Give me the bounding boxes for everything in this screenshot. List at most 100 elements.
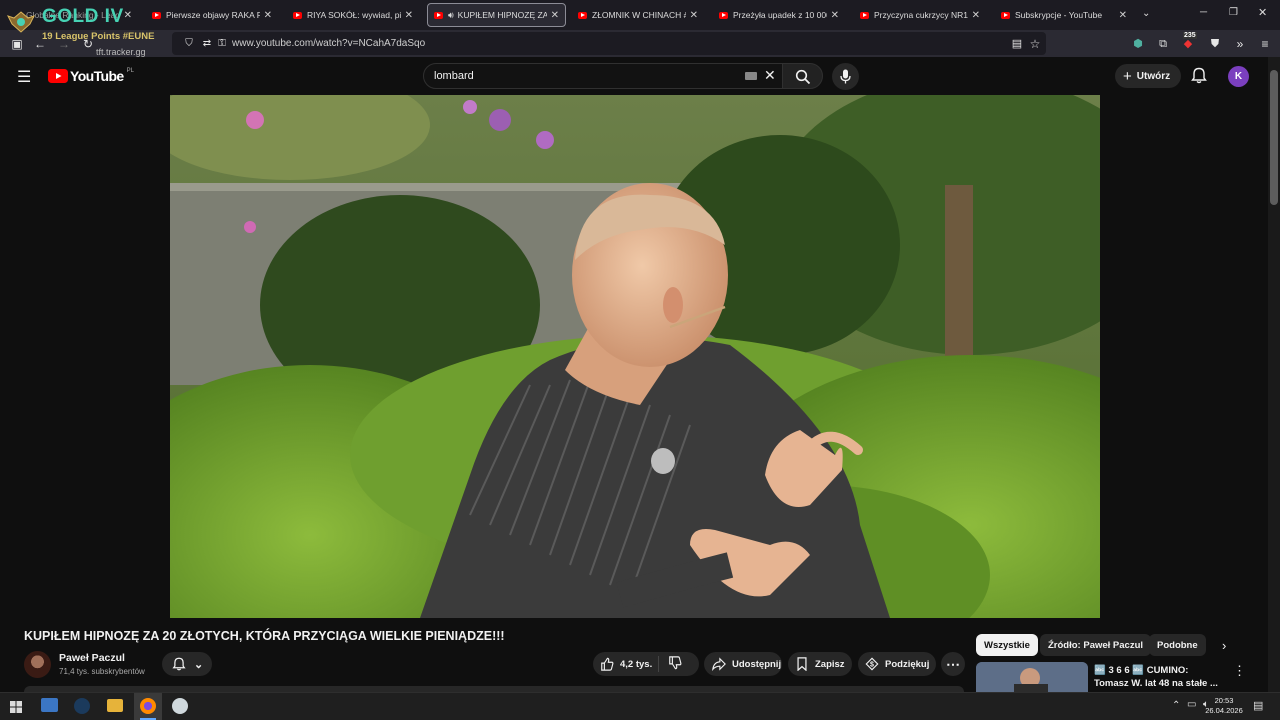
menu-icon[interactable]: ≡ xyxy=(1258,37,1272,51)
search-input[interactable]: lombard ✕ xyxy=(423,63,783,89)
browser-tab[interactable]: Przyczyna cukrzycy NR1. Nie ✕ xyxy=(854,3,986,27)
subscribed-notifications-button[interactable]: ⌄ xyxy=(162,652,212,676)
lock-icon[interactable]: ⚿ xyxy=(215,37,229,51)
keyboard-icon[interactable] xyxy=(745,72,757,80)
tab-title: KUPIŁEM HIPNOZĘ ZA 20 ZŁ xyxy=(457,10,547,20)
close-tab-icon[interactable]: ✕ xyxy=(831,10,839,21)
close-tab-icon[interactable]: ✕ xyxy=(551,10,559,21)
shield-icon[interactable]: ⛉ xyxy=(182,37,196,51)
youtube-favicon-icon xyxy=(1001,11,1010,19)
search-input-value[interactable]: lombard xyxy=(434,70,474,82)
firefox-icon xyxy=(140,698,156,714)
tray-chevron-icon[interactable]: ⌃ xyxy=(1172,700,1180,711)
notification-center-icon[interactable]: ▤ xyxy=(1253,699,1263,712)
tab-list-chevron-icon[interactable]: ⌄ xyxy=(1142,8,1150,19)
minimize-window-icon[interactable]: ─ xyxy=(1200,7,1207,18)
browser-tab[interactable]: Przeżyła upadek z 10 000 metrów ✕ xyxy=(713,3,845,27)
share-label: Udostępnij xyxy=(732,658,782,670)
permissions-icon[interactable]: ⇄ xyxy=(200,37,214,51)
plus-icon: + xyxy=(1123,67,1132,85)
video-frame[interactable] xyxy=(170,95,1100,618)
league-points-label: 19 League Points #EUNE xyxy=(42,31,155,42)
youtube-favicon-icon xyxy=(578,11,587,19)
network-icon[interactable]: ▭ xyxy=(1187,699,1196,710)
subscriber-count: 71,4 tys. subskrybentów xyxy=(59,667,145,676)
channel-name[interactable]: Paweł Paczul xyxy=(59,652,125,664)
recommended-thumbnail[interactable] xyxy=(976,662,1088,692)
bookmark-star-icon[interactable]: ☆ xyxy=(1028,37,1042,51)
youtube-favicon-icon xyxy=(860,11,869,19)
browser-tab[interactable]: RIYA SOKÓŁ: wywiad, pieniądze ✕ xyxy=(287,3,419,27)
rank-overlay: GOLD IV 19 League Points #EUNE tft.track… xyxy=(6,4,156,58)
create-label: Utwórz xyxy=(1136,70,1171,82)
rank-label: GOLD IV xyxy=(42,6,124,27)
chips-next-icon[interactable]: › xyxy=(1222,638,1226,653)
chip-all[interactable]: Wszystkie xyxy=(976,634,1038,656)
more-actions-button[interactable]: ⋯ xyxy=(941,652,965,676)
tab-title: ZŁOMNIK W CHINACH #2. LU xyxy=(592,10,686,20)
dislike-button[interactable] xyxy=(659,655,682,673)
youtube-logo[interactable]: YouTube PL xyxy=(48,68,134,84)
chip-from-channel[interactable]: Źródło: Paweł Paczul xyxy=(1040,634,1152,656)
close-tab-icon[interactable]: ✕ xyxy=(972,10,980,21)
close-tab-icon[interactable]: ✕ xyxy=(1119,10,1127,21)
browser-tab[interactable]: Pierwsze objawy RAKA PROSTATY ✕ xyxy=(146,3,278,27)
youtube-favicon-icon xyxy=(293,11,302,19)
share-button[interactable]: Udostępnij xyxy=(704,652,782,676)
more-tools-icon[interactable]: » xyxy=(1233,37,1247,51)
recommended-title-line1: 🔤 3 6 6 🔤 CUMINO: xyxy=(1094,665,1189,676)
close-window-icon[interactable]: ✕ xyxy=(1258,6,1267,19)
save-label: Zapisz xyxy=(815,658,845,670)
save-button[interactable]: Zapisz xyxy=(788,652,852,676)
channel-avatar[interactable] xyxy=(24,651,51,678)
extension-shield-icon[interactable]: ⬢ xyxy=(1131,37,1145,51)
tab-title: Przeżyła upadek z 10 000 metrów xyxy=(733,10,827,20)
file-explorer-icon[interactable] xyxy=(107,699,123,712)
video-player[interactable] xyxy=(170,95,1100,618)
more-horizontal-icon: ⋯ xyxy=(946,655,960,672)
chevron-down-icon: ⌄ xyxy=(194,658,204,671)
close-tab-icon[interactable]: ✕ xyxy=(405,10,413,21)
restore-window-icon[interactable]: ❐ xyxy=(1229,7,1238,18)
clock[interactable]: 20:53 26.04.2026 xyxy=(1204,696,1244,716)
browser-tab-strip: Globalne Ranking - League ✕ Pierwsze obj… xyxy=(0,0,1280,30)
browser-tab[interactable]: Subskrypcje - YouTube ✕ xyxy=(995,3,1133,27)
avatar[interactable]: K xyxy=(1228,66,1249,87)
url-text[interactable]: www.youtube.com/watch?v=NCahA7daSqo xyxy=(232,38,425,49)
svg-text:$: $ xyxy=(870,662,874,669)
like-button[interactable]: 4,2 tys. xyxy=(593,656,659,672)
extensions-puzzle-icon[interactable]: ⧉ xyxy=(1156,37,1170,51)
thanks-button[interactable]: $ Podziękuj xyxy=(858,652,936,676)
app-icon[interactable] xyxy=(172,698,188,714)
close-tab-icon[interactable]: ✕ xyxy=(690,10,698,21)
thanks-dollar-icon: $ xyxy=(865,657,879,671)
clear-search-icon[interactable]: ✕ xyxy=(764,67,776,84)
chip-related[interactable]: Podobne xyxy=(1149,634,1206,656)
tracker-site-label: tft.tracker.gg xyxy=(96,47,146,57)
scrollbar-thumb[interactable] xyxy=(1270,70,1278,205)
search-button[interactable] xyxy=(782,63,823,89)
close-tab-icon[interactable]: ✕ xyxy=(264,10,272,21)
reader-view-icon[interactable]: ▤ xyxy=(1010,37,1024,51)
speaker-icon[interactable]: 🔊︎ xyxy=(448,10,454,21)
guide-menu-icon[interactable]: ☰ xyxy=(17,67,31,87)
recommended-more-icon[interactable]: ⋮ xyxy=(1233,663,1246,679)
youtube-logo-icon xyxy=(48,69,68,83)
country-code: PL xyxy=(126,68,134,74)
browser-tab-active[interactable]: 🔊︎ KUPIŁEM HIPNOZĘ ZA 20 ZŁ ✕ xyxy=(427,3,566,27)
recommended-title[interactable]: 🔤 3 6 6 🔤 CUMINO: Tomasz W. lat 48 na st… xyxy=(1094,664,1218,690)
notifications-bell-icon[interactable] xyxy=(1191,67,1207,84)
task-view-icon[interactable] xyxy=(41,698,58,712)
steam-icon[interactable] xyxy=(74,698,90,714)
thumbs-up-icon xyxy=(601,657,614,671)
create-button[interactable]: + Utwórz xyxy=(1115,64,1181,88)
thumbnail-image xyxy=(976,662,1088,692)
voice-search-button[interactable] xyxy=(832,63,859,90)
browser-tab[interactable]: ZŁOMNIK W CHINACH #2. LU ✕ xyxy=(572,3,704,27)
like-count: 4,2 tys. xyxy=(620,658,653,670)
like-dislike-group: 4,2 tys. xyxy=(593,652,699,676)
ublock-icon[interactable]: ⛊ xyxy=(1208,37,1222,51)
share-icon xyxy=(712,657,726,671)
windows-start-icon[interactable] xyxy=(10,701,22,713)
extension-icon[interactable]: ◆ xyxy=(1181,37,1195,51)
